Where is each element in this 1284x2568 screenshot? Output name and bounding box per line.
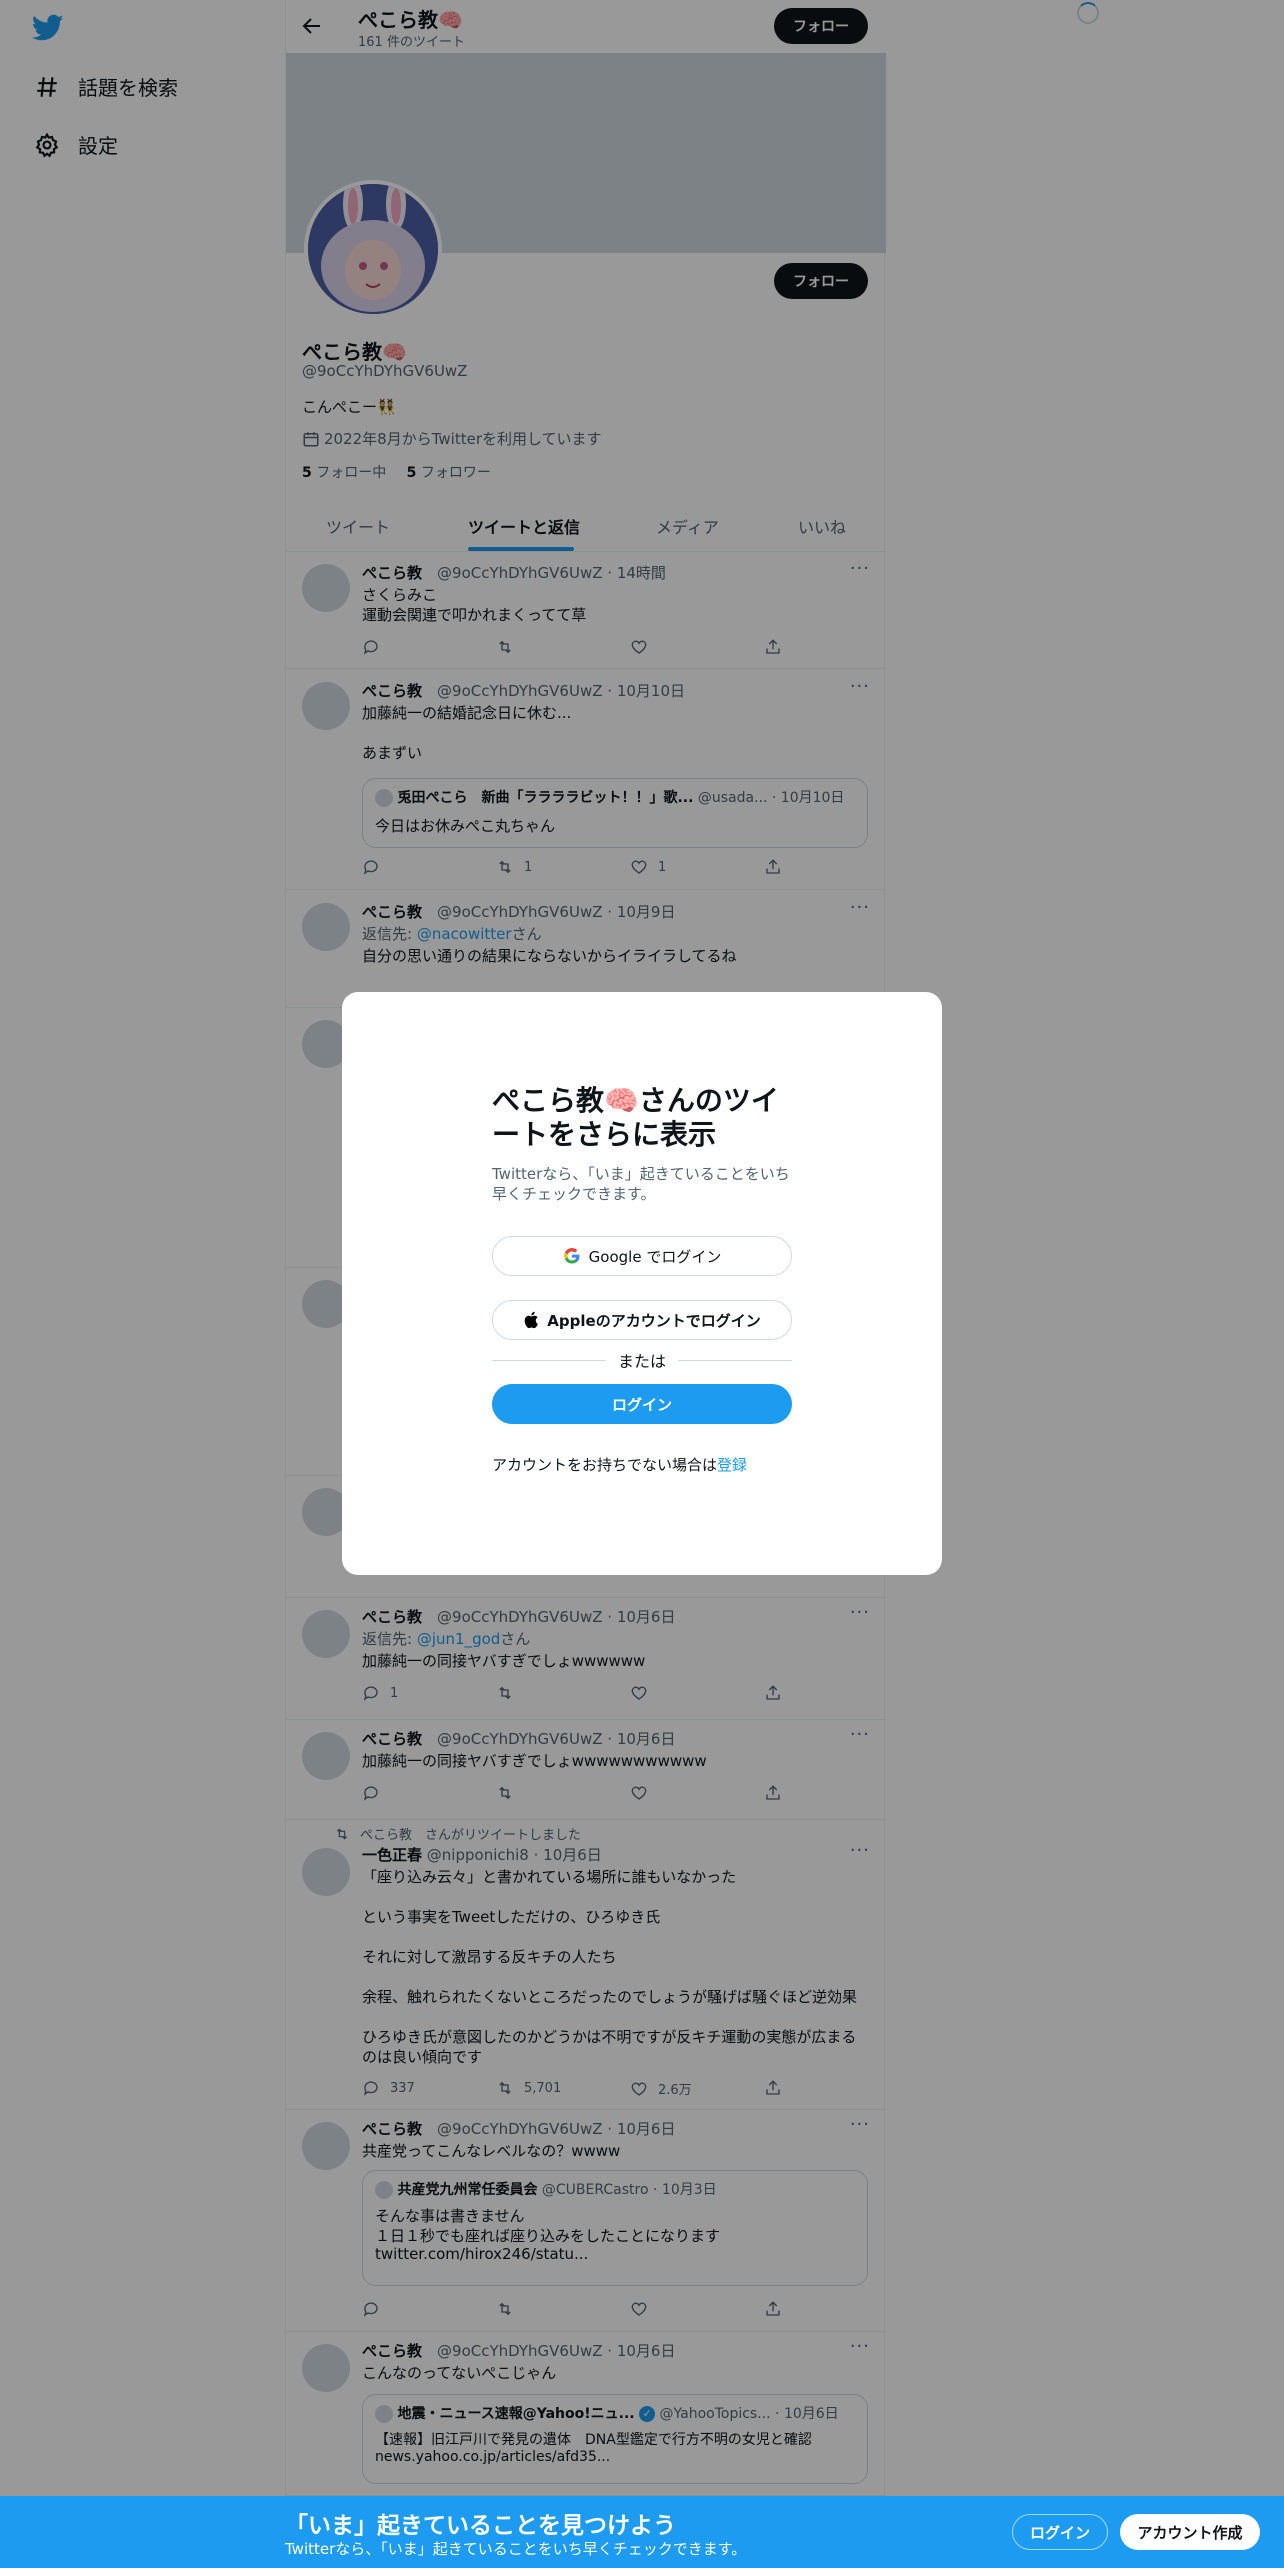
modal-title: ぺこら教🧠さんのツイートをさらに表示 <box>492 1084 779 1151</box>
apple-login-button[interactable]: Appleのアカウントでログイン <box>492 1300 792 1340</box>
bottom-signup-bar: 「いま」起きていることを見つけよう Twitterなら、「いま」起きていることを… <box>0 2496 1284 2568</box>
bottom-bar-subtitle: Twitterなら、「いま」起きていることをいち早くチェックできます。 <box>285 2540 747 2558</box>
apple-logo-icon <box>524 1311 539 1329</box>
bottom-signup-button[interactable]: アカウント作成 <box>1120 2514 1260 2550</box>
or-label: または <box>618 1352 667 1371</box>
signup-link[interactable]: 登録 <box>717 1456 747 1474</box>
google-logo-icon <box>563 1248 580 1264</box>
login-modal: ぺこら教🧠さんのツイートをさらに表示 Twitterなら、「いま」起きていること… <box>342 992 942 1575</box>
google-login-button[interactable]: Google でログイン <box>492 1236 792 1276</box>
divider-line <box>492 1359 606 1361</box>
google-login-label: Google でログイン <box>588 1247 722 1266</box>
signup-prompt: アカウントをお持ちでない場合は登録 <box>492 1454 747 1475</box>
modal-subtitle: Twitterなら、「いま」起きていることをいち早くチェックできます。 <box>492 1165 790 1203</box>
signup-prompt-text: アカウントをお持ちでない場合は <box>492 1456 718 1474</box>
modal-login-button[interactable]: ログイン <box>492 1384 792 1424</box>
divider-line <box>678 1359 793 1361</box>
bottom-bar-title: 「いま」起きていることを見つけよう <box>285 2513 676 2539</box>
or-divider: または <box>492 1350 793 1371</box>
apple-login-label: Appleのアカウントでログイン <box>547 1311 761 1330</box>
bottom-login-button[interactable]: ログイン <box>1012 2514 1108 2550</box>
